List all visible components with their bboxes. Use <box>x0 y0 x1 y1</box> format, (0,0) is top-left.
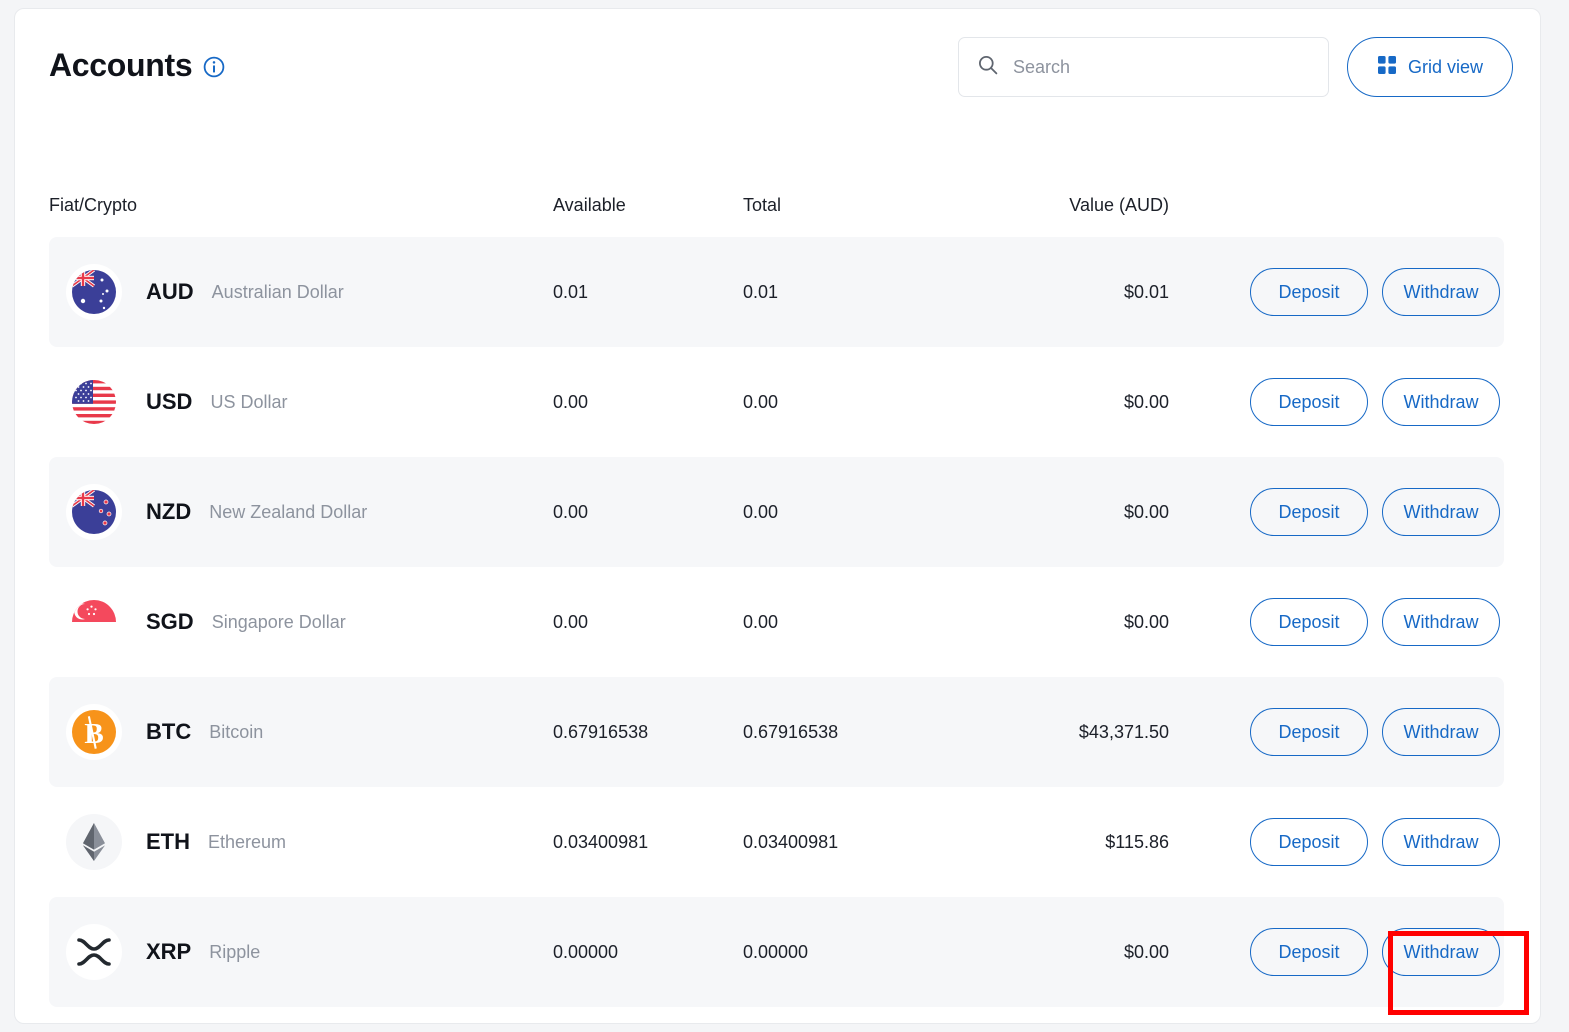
asset-code: ETH <box>146 829 190 854</box>
row-actions: Deposit Withdraw <box>1250 897 1504 1007</box>
table-row: AUD Australian Dollar 0.01 0.01 $0.01 Deposit… <box>49 237 1504 347</box>
usd-withdraw-button[interactable]: Withdraw <box>1382 378 1500 426</box>
accounts-page: Accounts Search Grid view Fiat/Crypto Av… <box>14 8 1541 1024</box>
asset-name: Ethereum <box>208 831 287 852</box>
column-header-asset: Fiat/Crypto <box>49 195 138 215</box>
total-value: 0.00000 <box>743 941 809 962</box>
row-actions: Deposit Withdraw <box>1250 567 1504 677</box>
nzd-deposit-button[interactable]: Deposit <box>1250 488 1368 536</box>
sgd-deposit-button[interactable]: Deposit <box>1250 598 1368 646</box>
asset-code: NZD <box>146 499 192 524</box>
usd-deposit-button[interactable]: Deposit <box>1250 378 1368 426</box>
available-value: 0.00 <box>553 611 589 632</box>
page-header: Accounts Search Grid view <box>15 9 1540 139</box>
asset-code: BTC <box>146 719 192 744</box>
total-value: 0.00 <box>743 501 779 522</box>
asset-cell: AUD Australian Dollar <box>66 237 344 347</box>
asset-name: Ripple <box>209 941 261 962</box>
eth-withdraw-button[interactable]: Withdraw <box>1382 818 1500 866</box>
available-value: 0.00 <box>553 391 589 412</box>
flag-singapore-icon <box>66 594 122 650</box>
asset-code: USD <box>146 389 193 414</box>
available-value: 0.00000 <box>553 941 619 962</box>
row-actions: Deposit Withdraw <box>1250 237 1504 347</box>
search-icon <box>977 54 999 81</box>
column-header-available: Available <box>553 195 626 215</box>
info-icon[interactable] <box>203 53 225 78</box>
aud-value: $0.00 <box>1123 611 1169 632</box>
bitcoin-icon: B <box>66 704 122 760</box>
flag-new-zealand-icon <box>66 484 122 540</box>
aud-value: $0.00 <box>1123 941 1169 962</box>
nzd-withdraw-button[interactable]: Withdraw <box>1382 488 1500 536</box>
asset-cell: ETH Ethereum <box>66 787 286 897</box>
row-actions: Deposit Withdraw <box>1250 677 1504 787</box>
page-title: Accounts <box>49 47 193 83</box>
total-value: 0.00 <box>743 391 779 412</box>
table-row: ETH Ethereum 0.03400981 0.03400981 $115.86 De… <box>49 787 1504 897</box>
table-row: USD US Dollar 0.00 0.00 $0.00 Deposit Withdraw <box>49 347 1504 457</box>
row-actions: Deposit Withdraw <box>1250 787 1504 897</box>
row-actions: Deposit Withdraw <box>1250 457 1504 567</box>
total-value: 0.67916538 <box>743 721 839 742</box>
total-value: 0.00 <box>743 611 779 632</box>
table-header-row: Fiat/Crypto Available Total Value (AUD) <box>49 175 1504 237</box>
ripple-icon <box>66 924 122 980</box>
search-box[interactable] <box>958 37 1329 97</box>
column-header-total: Total <box>743 195 782 215</box>
grid-icon <box>1377 55 1397 80</box>
asset-code: SGD <box>146 609 194 634</box>
grid-view-label: Grid view <box>1407 56 1483 77</box>
total-value: 0.01 <box>743 281 779 302</box>
aud-withdraw-button[interactable]: Withdraw <box>1382 268 1500 316</box>
asset-name: New Zealand Dollar <box>209 501 368 522</box>
available-value: 0.67916538 <box>553 721 649 742</box>
search-input[interactable] <box>1013 56 1310 78</box>
asset-cell: NZD New Zealand Dollar <box>66 457 367 567</box>
btc-withdraw-button[interactable]: Withdraw <box>1382 708 1500 756</box>
aud-value: $0.00 <box>1123 391 1169 412</box>
flag-united-states-icon <box>66 374 122 430</box>
table-row: NZD New Zealand Dollar 0.00 0.00 $0.00 Deposi… <box>49 457 1504 567</box>
xrp-withdraw-button[interactable]: Withdraw <box>1382 928 1500 976</box>
ethereum-icon <box>66 814 122 870</box>
aud-value: $0.00 <box>1123 501 1169 522</box>
column-header-value: Value (AUD) <box>1069 195 1169 215</box>
btc-deposit-button[interactable]: Deposit <box>1250 708 1368 756</box>
asset-name: Australian Dollar <box>211 281 344 302</box>
table-row: XRP Ripple 0.00000 0.00000 $0.00 Deposit Withd… <box>49 897 1504 1007</box>
flag-australia-icon <box>66 264 122 320</box>
available-value: 0.03400981 <box>553 831 649 852</box>
asset-cell: XRP Ripple <box>66 897 260 1007</box>
table-row: B BTC Bitcoin 0.67916538 0.67916538 $43,371.… <box>49 677 1504 787</box>
aud-deposit-button[interactable]: Deposit <box>1250 268 1368 316</box>
grid-view-button[interactable]: Grid view <box>1347 37 1513 97</box>
asset-cell: B BTC Bitcoin <box>66 677 263 787</box>
accounts-table: Fiat/Crypto Available Total Value (AUD) <box>49 175 1504 1007</box>
asset-code: AUD <box>146 279 194 304</box>
asset-name: Singapore Dollar <box>211 611 346 632</box>
asset-name: US Dollar <box>210 391 288 412</box>
table-body: AUD Australian Dollar 0.01 0.01 $0.01 Deposit… <box>49 237 1504 1007</box>
asset-code: XRP <box>146 939 192 964</box>
available-value: 0.00 <box>553 501 589 522</box>
aud-value: $115.86 <box>1105 831 1169 852</box>
asset-name: Bitcoin <box>209 721 264 742</box>
row-actions: Deposit Withdraw <box>1250 347 1504 457</box>
xrp-deposit-button[interactable]: Deposit <box>1250 928 1368 976</box>
asset-cell: SGD Singapore Dollar <box>66 567 346 677</box>
available-value: 0.01 <box>553 281 589 302</box>
total-value: 0.03400981 <box>743 831 839 852</box>
title-group: Accounts <box>49 49 225 81</box>
eth-deposit-button[interactable]: Deposit <box>1250 818 1368 866</box>
sgd-withdraw-button[interactable]: Withdraw <box>1382 598 1500 646</box>
aud-value: $43,371.50 <box>1078 721 1169 742</box>
aud-value: $0.01 <box>1123 281 1169 302</box>
asset-cell: USD US Dollar <box>66 347 287 457</box>
table-row: SGD Singapore Dollar 0.00 0.00 $0.00 Deposit W… <box>49 567 1504 677</box>
